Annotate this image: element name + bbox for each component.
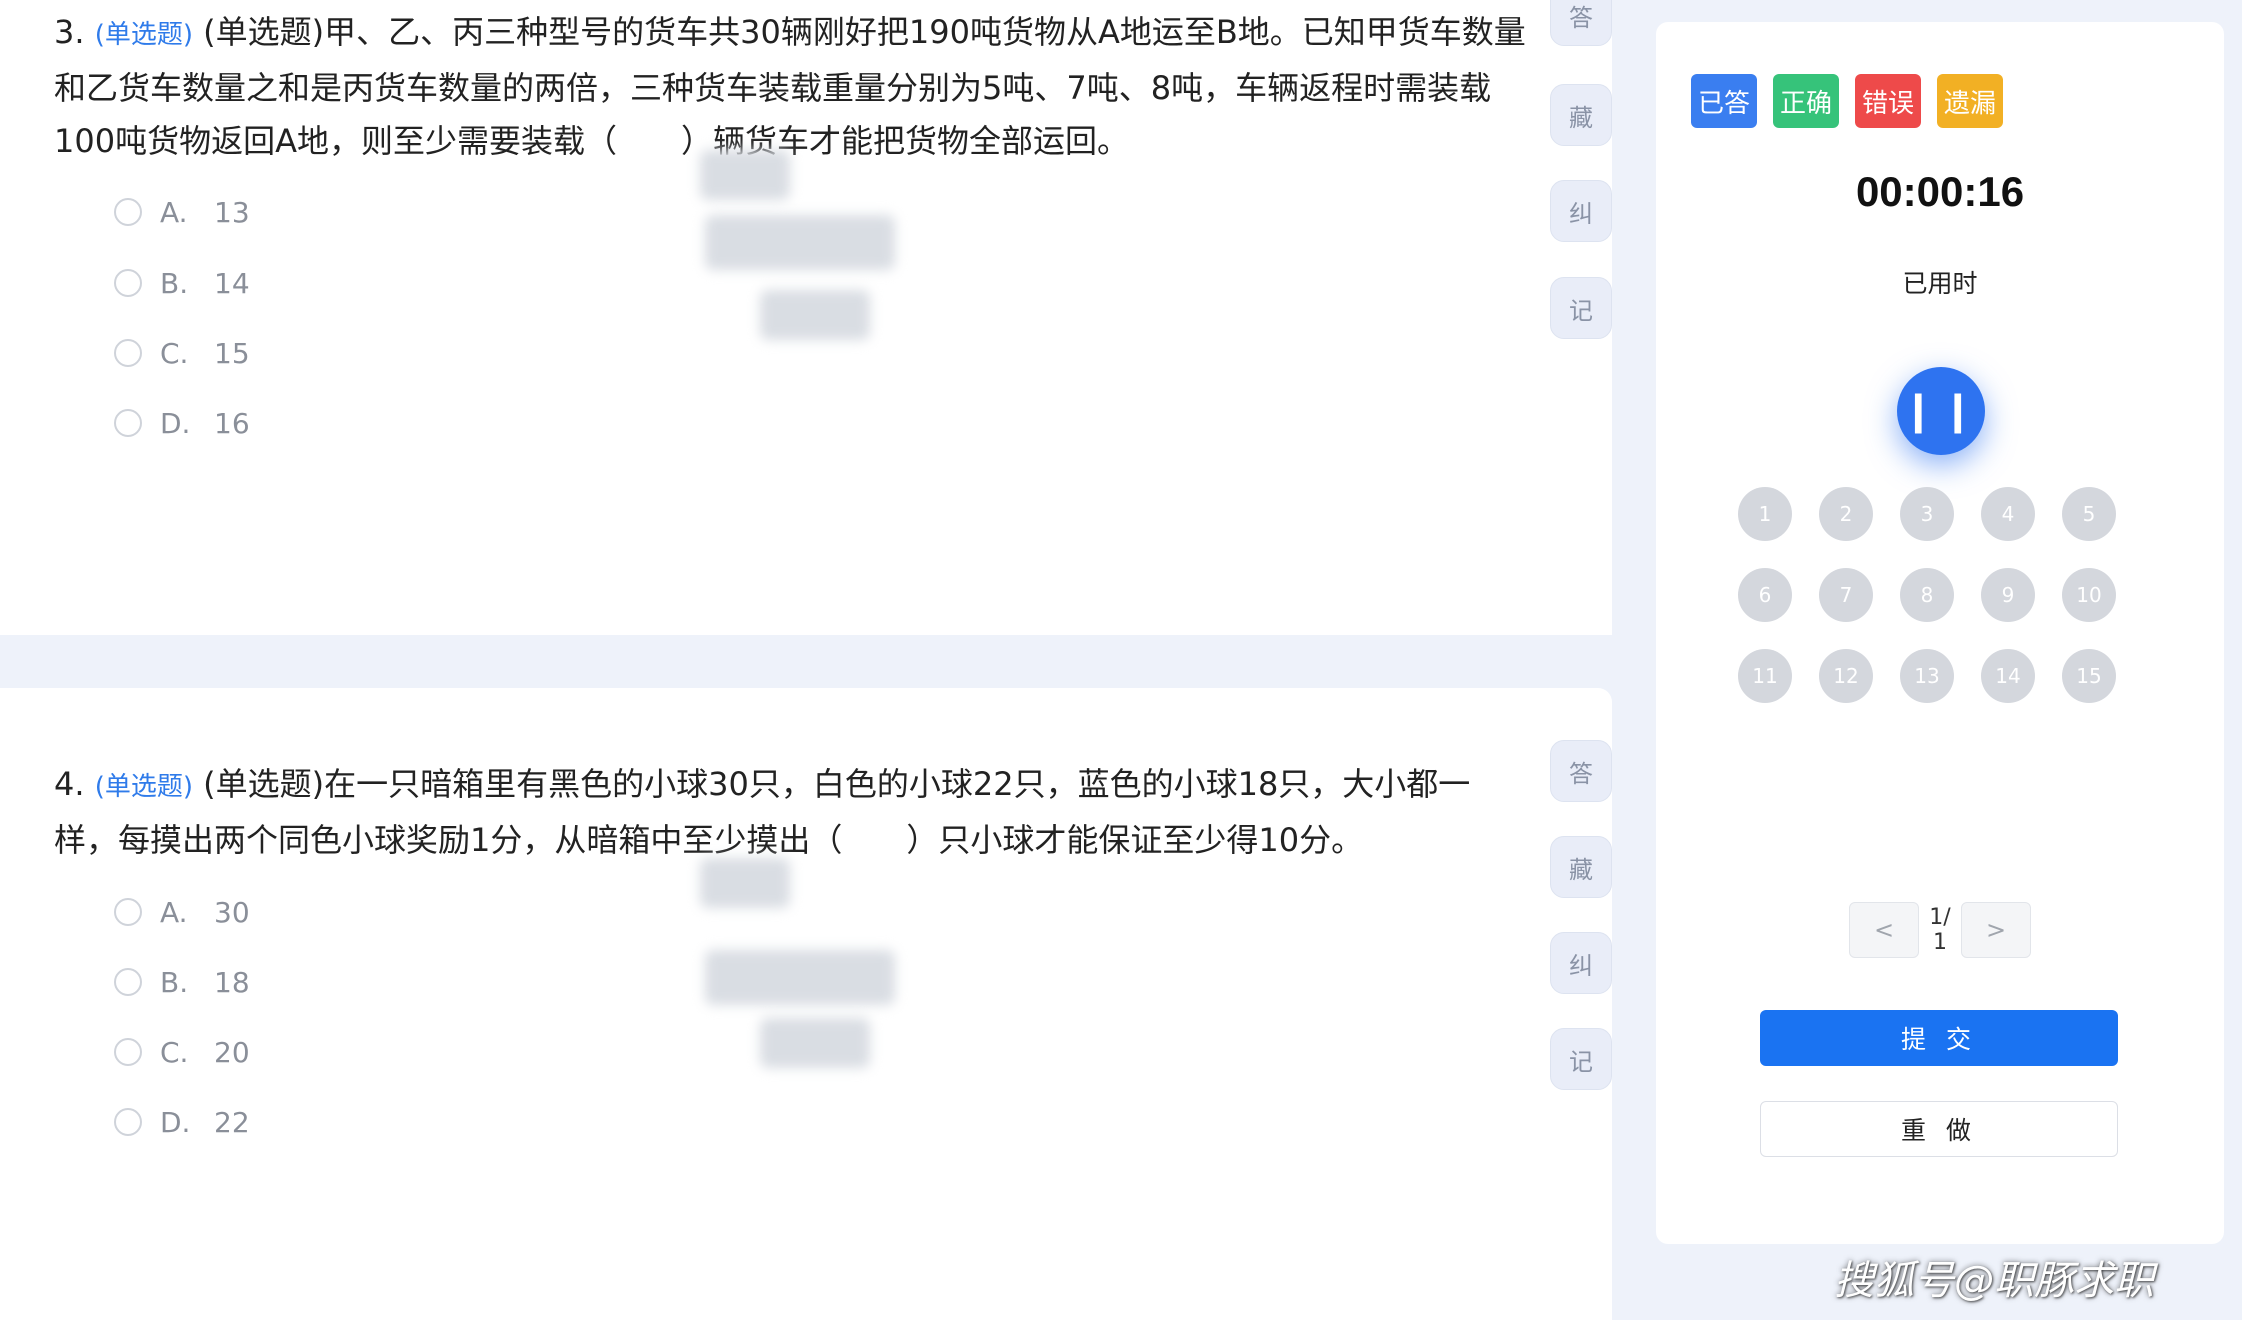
question-text: 4. (单选题) (单选题)在一只暗箱里有黑色的小球30只，白色的小球22只，蓝…	[54, 758, 1534, 867]
question-nav-7[interactable]: 7	[1819, 568, 1873, 622]
watermark: 搜狐号@职豚求职	[1834, 1258, 2154, 1304]
legend-wrong: 错误	[1855, 74, 1921, 128]
option-letter: C.	[160, 1035, 189, 1069]
option-value: 16	[214, 406, 250, 440]
option-letter: B.	[160, 266, 189, 300]
answer-button[interactable]: 答	[1550, 740, 1612, 802]
question-number: 3.	[54, 13, 85, 51]
radio-button[interactable]	[114, 968, 142, 996]
legend-missed: 遗漏	[1937, 74, 2003, 128]
favorite-button[interactable]: 藏	[1550, 836, 1612, 898]
question-body: (单选题)在一只暗箱里有黑色的小球30只，白色的小球22只，蓝色的小球18只，大…	[54, 765, 1471, 859]
option-letter: A.	[160, 895, 188, 929]
option-c[interactable]: C. 20	[114, 1032, 250, 1072]
radio-button[interactable]	[114, 1108, 142, 1136]
legend-answered: 已答	[1691, 74, 1757, 128]
option-d[interactable]: D. 16	[114, 403, 250, 443]
radio-button[interactable]	[114, 1038, 142, 1066]
option-a[interactable]: A. 13	[114, 192, 250, 232]
question-number-grid: 1 2 3 4 5 6 7 8 9 10 11 12 13 14 15	[1738, 487, 2116, 703]
question-nav-1[interactable]: 1	[1738, 487, 1792, 541]
question-nav-14[interactable]: 14	[1981, 649, 2035, 703]
question-type-tag: (单选题)	[94, 20, 193, 50]
correction-button[interactable]: 纠	[1550, 180, 1612, 242]
option-b[interactable]: B. 14	[114, 263, 250, 303]
radio-button[interactable]	[114, 339, 142, 367]
option-letter: C.	[160, 336, 189, 370]
question-type-tag: (单选题)	[94, 772, 193, 802]
question-body: (单选题)甲、乙、丙三种型号的货车共30辆刚好把190吨货物从A地运至B地。已知…	[54, 13, 1526, 160]
question-nav-4[interactable]: 4	[1981, 487, 2035, 541]
page-indicator: 1/ 1	[1929, 905, 1951, 955]
option-value: 18	[214, 965, 250, 999]
option-value: 30	[214, 895, 250, 929]
answer-button[interactable]: 答	[1550, 0, 1612, 46]
radio-button[interactable]	[114, 269, 142, 297]
question-nav-9[interactable]: 9	[1981, 568, 2035, 622]
option-value: 20	[214, 1035, 250, 1069]
blurred-watermark	[700, 858, 790, 908]
radio-button[interactable]	[114, 198, 142, 226]
blurred-watermark	[700, 150, 790, 200]
option-letter: A.	[160, 195, 188, 229]
option-value: 15	[214, 336, 250, 370]
option-value: 14	[214, 266, 250, 300]
pause-icon: ❙❙	[1901, 388, 1981, 434]
option-value: 22	[214, 1105, 250, 1139]
radio-button[interactable]	[114, 409, 142, 437]
question-nav-8[interactable]: 8	[1900, 568, 1954, 622]
option-letter: D.	[160, 406, 191, 440]
prev-page-button[interactable]: <	[1849, 902, 1919, 958]
blurred-watermark	[705, 215, 895, 270]
legend-correct: 正确	[1773, 74, 1839, 128]
option-letter: B.	[160, 965, 189, 999]
option-d[interactable]: D. 22	[114, 1102, 250, 1142]
question-nav-10[interactable]: 10	[2062, 568, 2116, 622]
question-nav-11[interactable]: 11	[1738, 649, 1792, 703]
option-c[interactable]: C. 15	[114, 333, 250, 373]
legend-tags: 已答 正确 错误 遗漏	[1691, 74, 2003, 128]
question-card-3: 3. (单选题) (单选题)甲、乙、丙三种型号的货车共30辆刚好把190吨货物从…	[0, 0, 1612, 635]
blurred-watermark	[705, 950, 895, 1005]
blurred-watermark	[760, 290, 870, 340]
question-text: 3. (单选题) (单选题)甲、乙、丙三种型号的货车共30辆刚好把190吨货物从…	[54, 6, 1534, 168]
question-nav-12[interactable]: 12	[1819, 649, 1873, 703]
submit-button[interactable]: 提 交	[1760, 1010, 2118, 1066]
question-nav-13[interactable]: 13	[1900, 649, 1954, 703]
radio-button[interactable]	[114, 898, 142, 926]
option-letter: D.	[160, 1105, 191, 1139]
option-b[interactable]: B. 18	[114, 962, 250, 1002]
correction-button[interactable]: 纠	[1550, 932, 1612, 994]
favorite-button[interactable]: 藏	[1550, 84, 1612, 146]
question-number: 4.	[54, 765, 85, 803]
answer-sheet-panel: 已答 正确 错误 遗漏 00:00:16 已用时 ❙❙ 1 2 3 4 5 6 …	[1656, 22, 2224, 1244]
pause-button[interactable]: ❙❙	[1897, 367, 1985, 455]
redo-button[interactable]: 重 做	[1760, 1101, 2118, 1157]
option-value: 13	[214, 195, 250, 229]
question-nav-3[interactable]: 3	[1900, 487, 1954, 541]
note-button[interactable]: 记	[1550, 277, 1612, 339]
blurred-watermark	[760, 1018, 870, 1068]
question-nav-5[interactable]: 5	[2062, 487, 2116, 541]
question-nav-15[interactable]: 15	[2062, 649, 2116, 703]
note-button[interactable]: 记	[1550, 1028, 1612, 1090]
question-card-4: 4. (单选题) (单选题)在一只暗箱里有黑色的小球30只，白色的小球22只，蓝…	[0, 688, 1612, 1320]
next-page-button[interactable]: >	[1961, 902, 2031, 958]
question-nav-6[interactable]: 6	[1738, 568, 1792, 622]
elapsed-timer: 00:00:16	[1855, 168, 2025, 215]
option-a[interactable]: A. 30	[114, 892, 250, 932]
pagination: < 1/ 1 >	[1849, 902, 2031, 958]
timer-label: 已用时	[1902, 269, 1978, 298]
question-nav-2[interactable]: 2	[1819, 487, 1873, 541]
